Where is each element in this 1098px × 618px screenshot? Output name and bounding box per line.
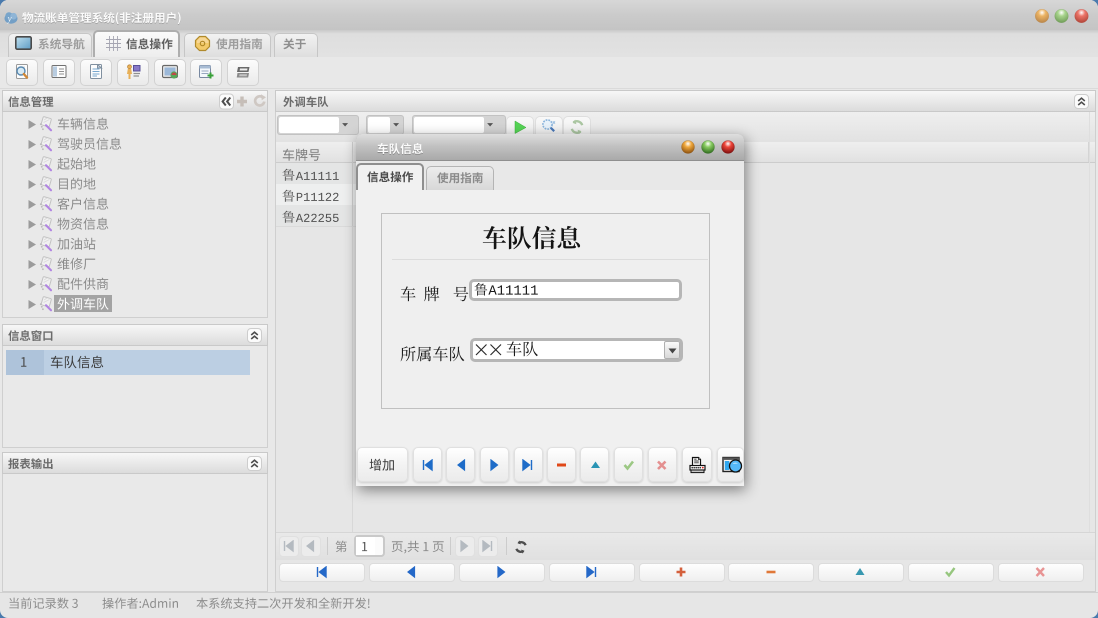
svg-text:y: y [7,14,12,24]
